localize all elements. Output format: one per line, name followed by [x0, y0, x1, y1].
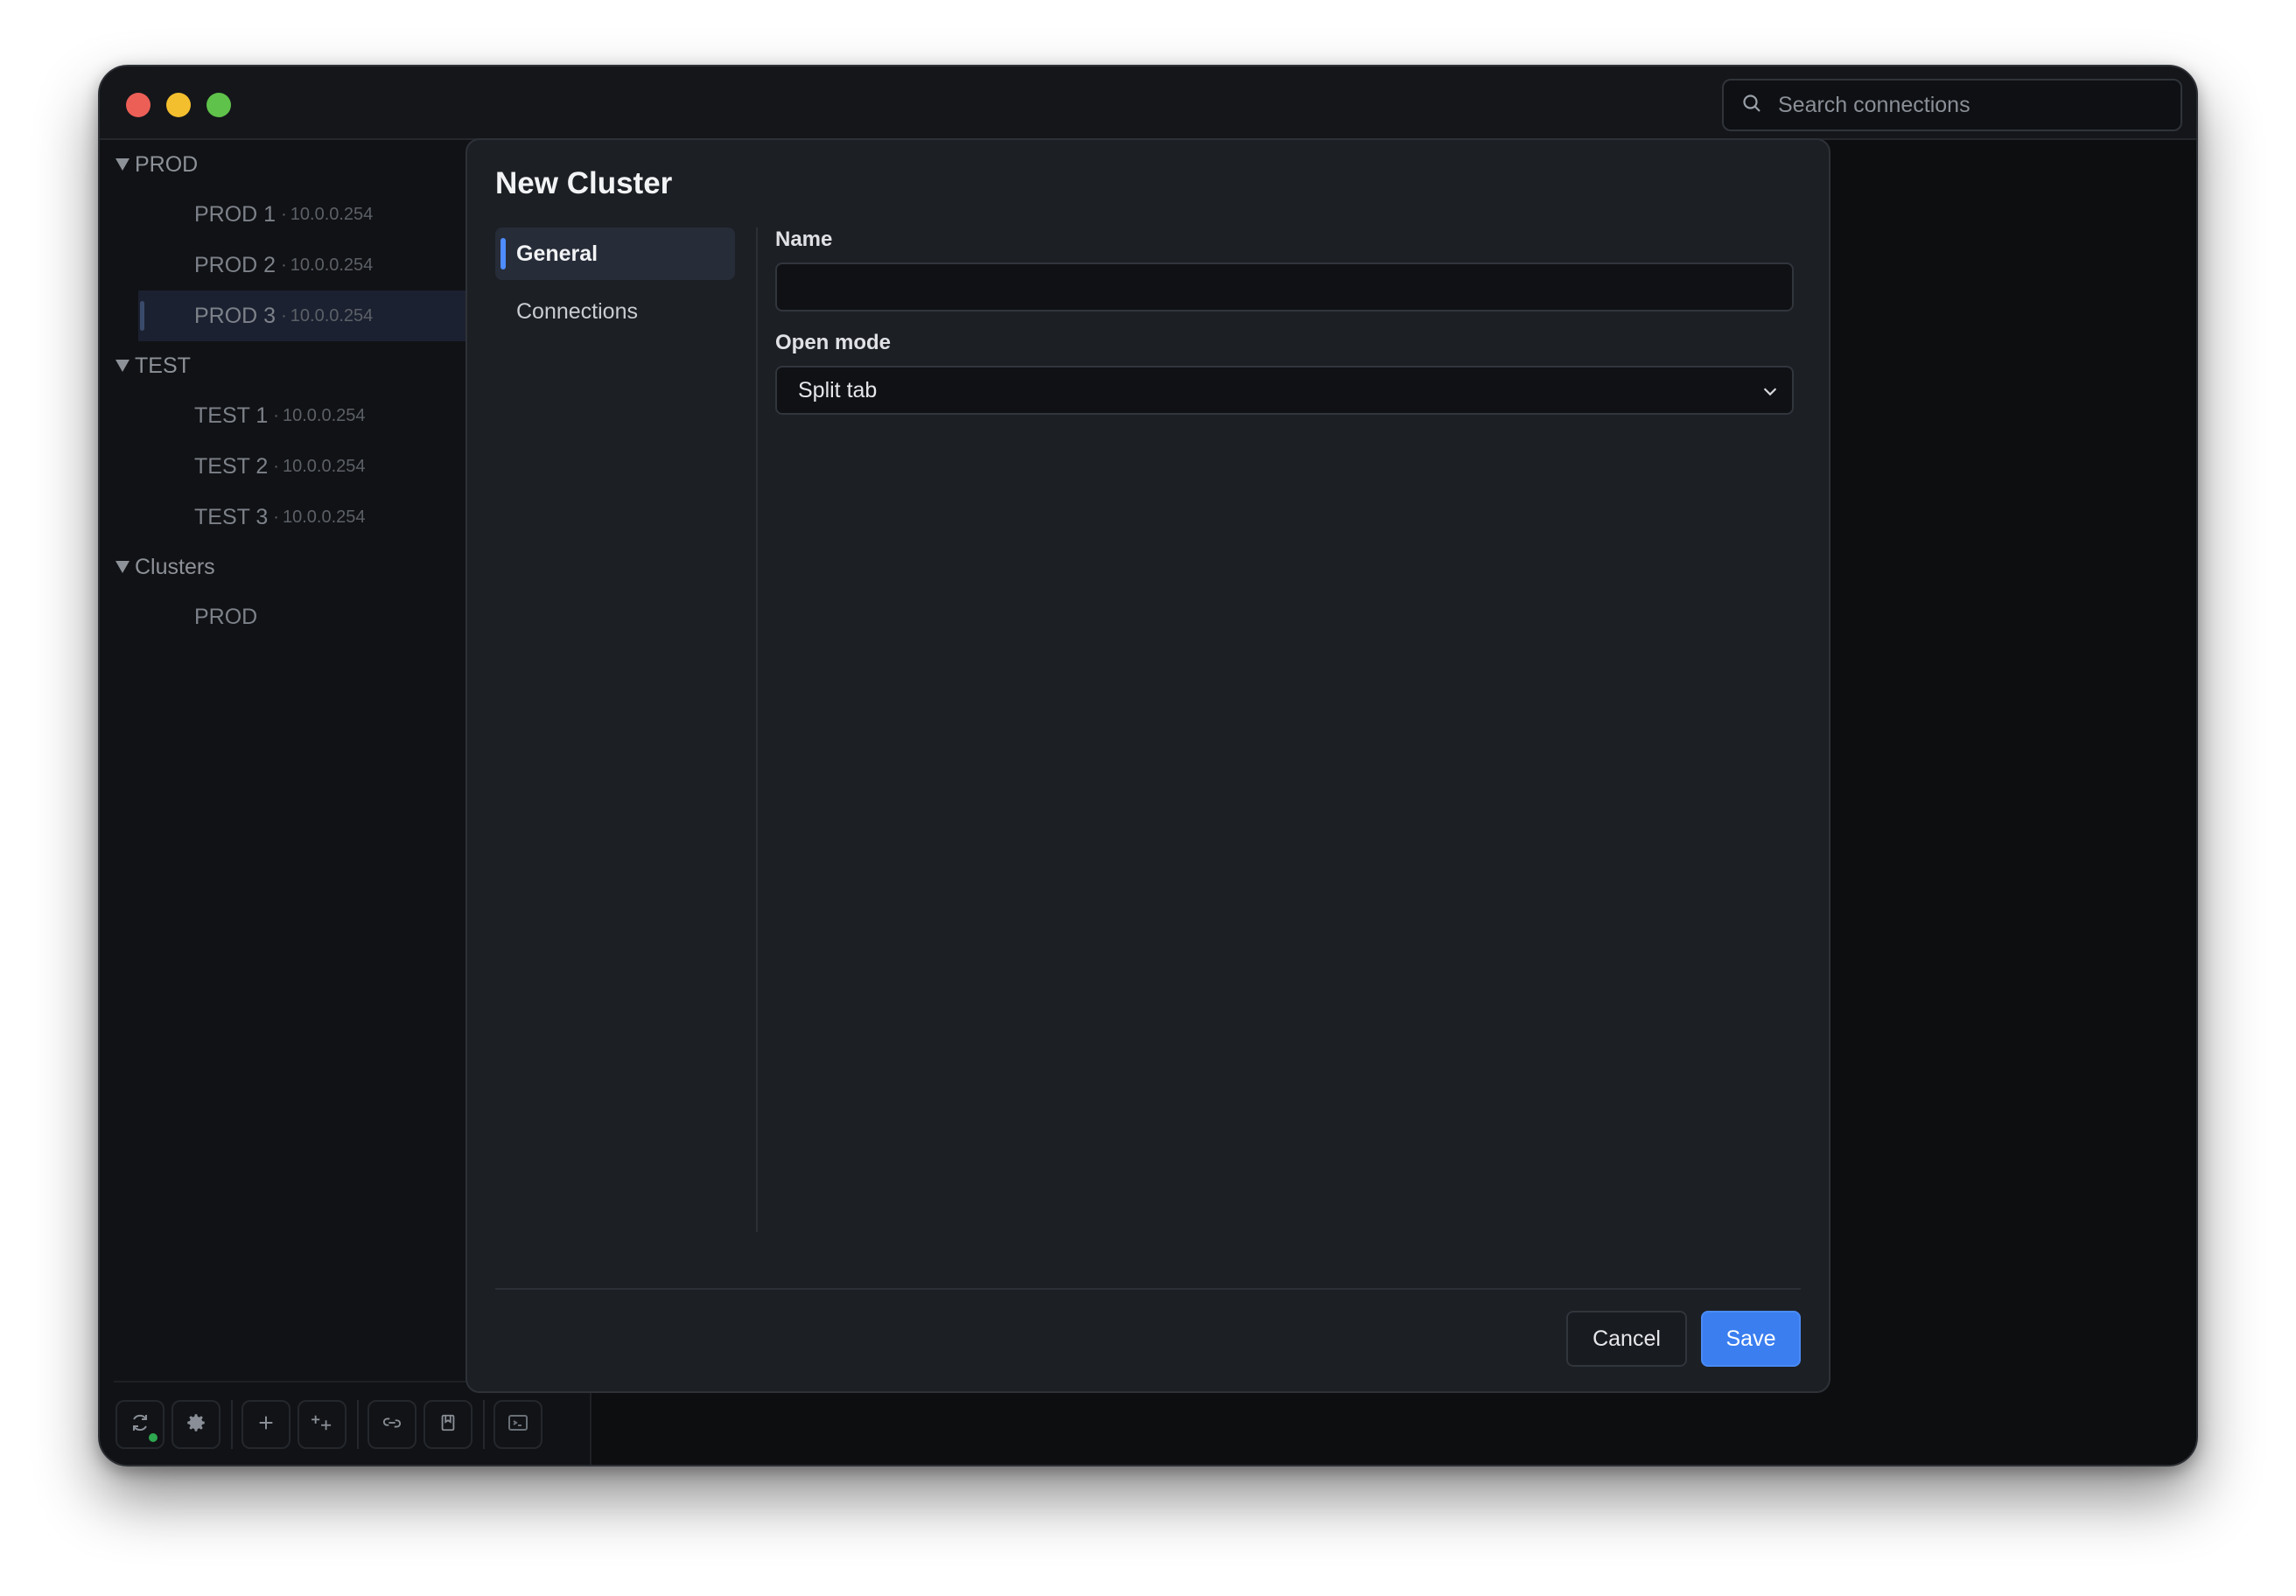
terminal-button[interactable]	[494, 1400, 542, 1449]
sync-button[interactable]	[116, 1400, 164, 1449]
toolbar-separator	[357, 1400, 359, 1449]
caret-down-icon	[116, 158, 130, 171]
sync-status-dot	[149, 1433, 158, 1442]
toolbar-separator	[483, 1400, 485, 1449]
link-icon	[382, 1413, 402, 1437]
title-bar	[100, 66, 2196, 140]
caret-down-icon	[116, 561, 130, 573]
toolbar-separator	[231, 1400, 233, 1449]
open-mode-select[interactable]: Split tab	[775, 366, 1794, 415]
connection-name: TEST 3	[194, 504, 269, 529]
sync-icon	[130, 1412, 150, 1438]
toolbar-edge-divider	[590, 1381, 592, 1465]
ip-separator: ·	[273, 456, 279, 476]
name-label: Name	[775, 228, 833, 251]
cancel-button[interactable]: Cancel	[1566, 1311, 1687, 1367]
ip-separator: ·	[273, 507, 279, 527]
connection-ip: 10.0.0.254	[290, 255, 374, 275]
connection-name: PROD 2	[194, 252, 276, 277]
app-window: PROD PROD 1 · 10.0.0.254 PROD 2 · 10.0.0…	[98, 65, 2198, 1466]
connection-ip: 10.0.0.254	[282, 507, 366, 527]
ip-separator: ·	[281, 204, 287, 224]
connection-ip: 10.0.0.254	[282, 456, 366, 476]
caret-down-icon	[116, 360, 130, 372]
cluster-name: PROD	[194, 604, 258, 629]
nav-connections[interactable]: Connections	[495, 285, 735, 338]
ip-separator: ·	[273, 405, 279, 425]
group-label: PROD	[135, 151, 199, 177]
connection-name: PROD 1	[194, 201, 276, 227]
dialog-title: New Cluster	[495, 166, 673, 200]
link-button[interactable]	[368, 1400, 416, 1449]
connection-ip: 10.0.0.254	[282, 405, 366, 425]
save-button[interactable]: Save	[1701, 1311, 1801, 1367]
ip-separator: ·	[281, 305, 287, 326]
nav-label: Connections	[516, 298, 638, 324]
add-connection-button[interactable]	[242, 1400, 290, 1449]
nav-general[interactable]: General	[495, 228, 735, 280]
plus-icon	[256, 1413, 276, 1437]
ip-separator: ·	[281, 255, 287, 275]
bookmark-button[interactable]	[424, 1400, 472, 1449]
open-mode-value: Split tab	[798, 377, 878, 402]
connection-name: PROD 3	[194, 303, 276, 328]
search-box[interactable]	[1722, 79, 2182, 131]
group-label: Clusters	[135, 554, 215, 579]
name-field[interactable]	[775, 262, 1794, 312]
bookmark-icon	[438, 1413, 458, 1437]
dialog-nav: General Connections	[495, 228, 735, 343]
dialog-footer-divider	[495, 1288, 1801, 1290]
connection-name: TEST 1	[194, 402, 269, 428]
minimize-window-button[interactable]	[166, 93, 191, 117]
nav-label: General	[516, 241, 598, 266]
connection-ip: 10.0.0.254	[290, 204, 374, 224]
search-icon	[1741, 93, 1762, 118]
nav-divider	[756, 228, 758, 1232]
search-input[interactable]	[1776, 91, 2144, 119]
add-cluster-button[interactable]	[298, 1400, 346, 1449]
group-label: TEST	[135, 353, 191, 378]
terminal-icon	[508, 1414, 528, 1436]
close-window-button[interactable]	[126, 93, 150, 117]
bottom-toolbar	[116, 1398, 550, 1451]
gear-icon	[185, 1411, 207, 1438]
new-cluster-dialog: New Cluster General Connections Name Ope…	[466, 138, 1830, 1393]
connection-ip: 10.0.0.254	[290, 305, 374, 326]
add-cluster-icon	[311, 1413, 333, 1437]
settings-button[interactable]	[172, 1400, 220, 1449]
open-mode-label: Open mode	[775, 331, 892, 354]
maximize-window-button[interactable]	[206, 93, 231, 117]
connection-name: TEST 2	[194, 453, 269, 479]
general-form: Name Open mode Split tab	[775, 228, 1794, 415]
chevron-down-icon	[1760, 382, 1780, 407]
